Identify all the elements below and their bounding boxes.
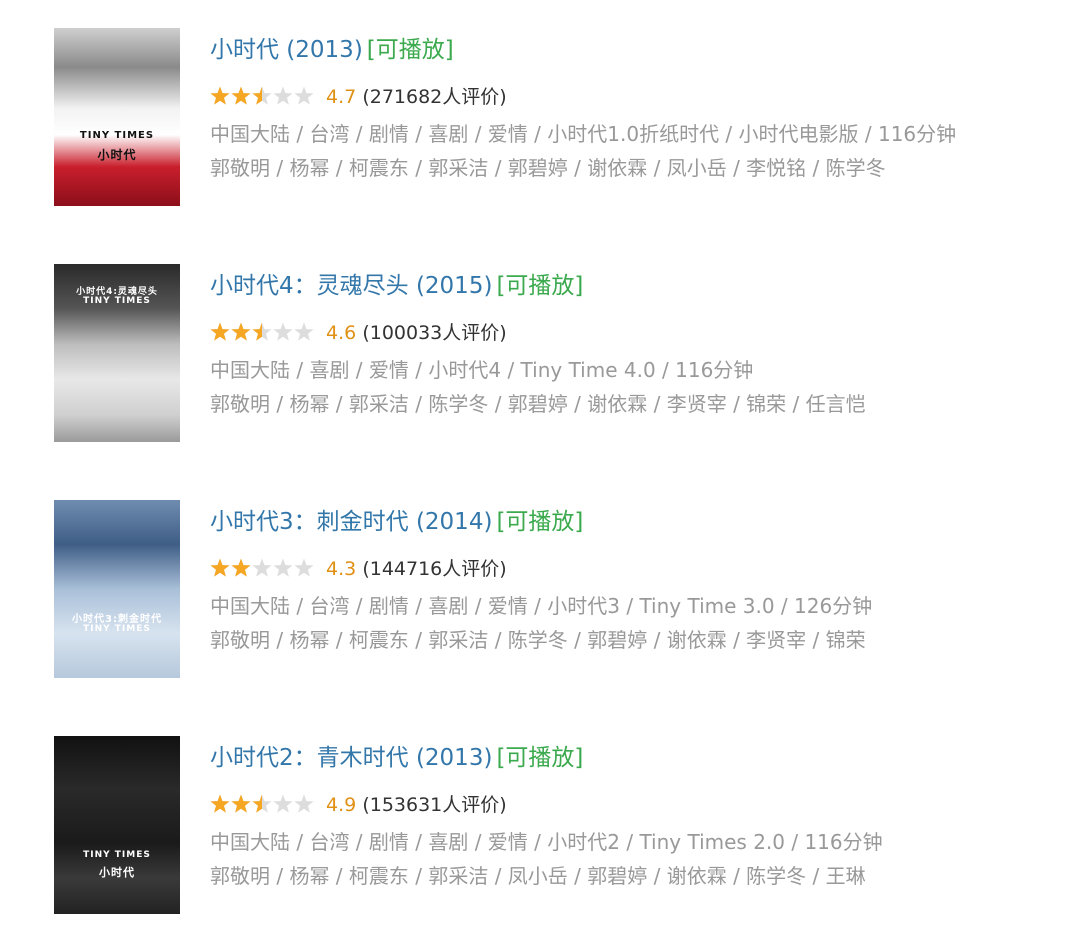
movie-item: TINY TIMES 小时代 小时代2：青木时代 (2013) [可播放] 4.9… xyxy=(54,736,1064,916)
rating-row: 4.6 (100033人评价) xyxy=(210,318,1070,348)
movie-info: 小时代2：青木时代 (2013) [可播放] 4.9 (153631人评价) 中国… xyxy=(210,736,1070,893)
star-filled-icon xyxy=(231,86,251,105)
rating-score: 4.7 xyxy=(326,86,357,108)
movie-cast: 郭敬明 / 杨幂 / 柯震东 / 郭采洁 / 凤小岳 / 郭碧婷 / 谢依霖 /… xyxy=(210,864,866,888)
movie-info: 小时代3：刺金时代 (2014) [可播放] 4.3 (144716人评价) 中国… xyxy=(210,500,1070,657)
movie-title-link[interactable]: 小时代4：灵魂尽头 (2015) xyxy=(210,273,492,299)
star-filled-icon xyxy=(231,558,251,577)
movie-poster[interactable]: 小时代4:灵魂尽头 TINY TIMES xyxy=(54,264,180,442)
star-empty-icon xyxy=(294,794,314,813)
rating-votes: (100033人评价) xyxy=(362,322,507,344)
poster-logo: TINY TIMES xyxy=(83,296,151,306)
star-filled-icon xyxy=(210,558,230,577)
star-filled-icon xyxy=(210,86,230,105)
movie-item: TINY TIMES 小时代 小时代 (2013) [可播放] 4.7 (2716… xyxy=(54,28,1064,208)
movie-poster[interactable]: TINY TIMES 小时代 xyxy=(54,736,180,914)
title-row: 小时代 (2013) [可播放] xyxy=(210,28,1070,72)
rating-score: 4.3 xyxy=(326,558,357,580)
movie-cast: 郭敬明 / 杨幂 / 郭采洁 / 陈学冬 / 郭碧婷 / 谢依霖 / 李贤宰 /… xyxy=(210,392,866,416)
poster-logo: TINY TIMES xyxy=(83,624,151,634)
rating-stars xyxy=(210,322,314,341)
rating-votes: (144716人评价) xyxy=(362,558,507,580)
rating-stars xyxy=(210,558,314,577)
movie-poster[interactable]: TINY TIMES 小时代 xyxy=(54,28,180,206)
movie-meta: 中国大陆 / 台湾 / 剧情 / 喜剧 / 爱情 / 小时代2 / Tiny T… xyxy=(210,830,883,854)
poster-logo: TINY TIMES xyxy=(83,850,151,860)
movie-title-link[interactable]: 小时代2：青木时代 (2013) xyxy=(210,745,492,771)
title-row: 小时代3：刺金时代 (2014) [可播放] xyxy=(210,500,1070,544)
star-empty-icon xyxy=(294,86,314,105)
movie-cast: 郭敬明 / 杨幂 / 柯震东 / 郭采洁 / 郭碧婷 / 谢依霖 / 凤小岳 /… xyxy=(210,156,886,180)
rating-row: 4.3 (144716人评价) xyxy=(210,554,1070,584)
star-filled-icon xyxy=(210,794,230,813)
star-empty-icon xyxy=(273,558,293,577)
star-empty-icon xyxy=(273,322,293,341)
rating-row: 4.7 (271682人评价) xyxy=(210,82,1070,112)
movie-info: 小时代4：灵魂尽头 (2015) [可播放] 4.6 (100033人评价) 中国… xyxy=(210,264,1070,421)
star-filled-icon xyxy=(231,322,251,341)
playable-badge[interactable]: [可播放] xyxy=(496,509,583,535)
star-empty-icon xyxy=(273,86,293,105)
poster-title: 小时代 xyxy=(97,148,137,162)
movie-cast: 郭敬明 / 杨幂 / 柯震东 / 郭采洁 / 陈学冬 / 郭碧婷 / 谢依霖 /… xyxy=(210,628,866,652)
movie-title-link[interactable]: 小时代3：刺金时代 (2014) xyxy=(210,509,492,535)
movie-meta: 中国大陆 / 喜剧 / 爱情 / 小时代4 / Tiny Time 4.0 / … xyxy=(210,358,754,382)
playable-badge[interactable]: [可播放] xyxy=(496,745,583,771)
rating-stars xyxy=(210,86,314,105)
star-empty-icon xyxy=(294,558,314,577)
title-row: 小时代4：灵魂尽头 (2015) [可播放] xyxy=(210,264,1070,308)
movie-meta: 中国大陆 / 台湾 / 剧情 / 喜剧 / 爱情 / 小时代3 / Tiny T… xyxy=(210,594,873,618)
movie-title-link[interactable]: 小时代 (2013) xyxy=(210,37,363,63)
movie-poster[interactable]: 小时代3:刺金时代 TINY TIMES xyxy=(54,500,180,678)
star-empty-icon xyxy=(273,794,293,813)
poster-title: 小时代3:刺金时代 xyxy=(72,614,162,625)
rating-stars xyxy=(210,794,314,813)
rating-score: 4.6 xyxy=(326,322,357,344)
rating-row: 4.9 (153631人评价) xyxy=(210,790,1070,820)
movie-meta: 中国大陆 / 台湾 / 剧情 / 喜剧 / 爱情 / 小时代1.0折纸时代 / … xyxy=(210,122,957,146)
rating-votes: (271682人评价) xyxy=(362,86,507,108)
poster-logo: TINY TIMES xyxy=(79,130,155,141)
poster-title: 小时代 xyxy=(99,866,135,879)
star-filled-icon xyxy=(231,794,251,813)
movie-item: 小时代3:刺金时代 TINY TIMES 小时代3：刺金时代 (2014) [可播… xyxy=(54,500,1064,680)
rating-score: 4.9 xyxy=(326,794,357,816)
movie-info: 小时代 (2013) [可播放] 4.7 (271682人评价) 中国大陆 / 台… xyxy=(210,28,1070,185)
rating-votes: (153631人评价) xyxy=(362,794,507,816)
star-empty-icon xyxy=(252,558,272,577)
star-empty-icon xyxy=(294,322,314,341)
movie-item: 小时代4:灵魂尽头 TINY TIMES 小时代4：灵魂尽头 (2015) [可播… xyxy=(54,264,1064,444)
star-filled-icon xyxy=(210,322,230,341)
playable-badge[interactable]: [可播放] xyxy=(496,273,583,299)
playable-badge[interactable]: [可播放] xyxy=(367,37,454,63)
title-row: 小时代2：青木时代 (2013) [可播放] xyxy=(210,736,1070,780)
